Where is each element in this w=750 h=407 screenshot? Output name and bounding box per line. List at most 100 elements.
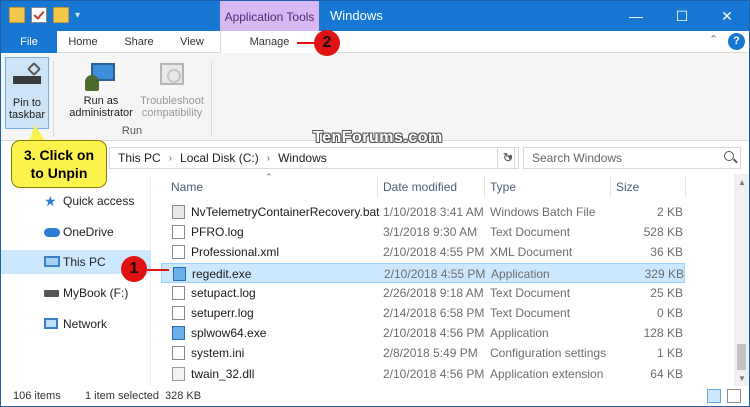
file-name: Professional.xml bbox=[191, 245, 280, 260]
details-view-button[interactable] bbox=[707, 389, 721, 403]
callout-line-1: 3. Click on bbox=[23, 147, 95, 163]
minimize-button[interactable]: — bbox=[613, 1, 659, 31]
file-date: 2/26/2018 9:18 AM bbox=[383, 285, 484, 300]
new-folder-icon[interactable] bbox=[53, 7, 69, 23]
nav-label: Network bbox=[63, 317, 108, 331]
cloud-icon bbox=[44, 228, 60, 237]
search-input[interactable]: Search Windows bbox=[523, 147, 741, 169]
nav-item-quick-access[interactable]: ★ Quick access bbox=[1, 189, 151, 213]
chevron-right-icon[interactable]: › bbox=[267, 153, 270, 164]
file-size: 1 KB bbox=[656, 346, 683, 361]
trouble-label-2: compatibility bbox=[141, 107, 203, 119]
document-file-icon bbox=[172, 306, 185, 320]
file-name: regedit.exe bbox=[192, 266, 252, 281]
file-size: 25 KB bbox=[650, 285, 683, 300]
network-icon bbox=[44, 318, 58, 329]
watermark: TenForums.com bbox=[313, 129, 443, 146]
callout-tail bbox=[29, 125, 45, 141]
vertical-scrollbar[interactable]: ▲ ▼ bbox=[734, 174, 749, 386]
status-bar: 106 items 1 item selected 328 KB bbox=[1, 386, 749, 406]
column-header-type[interactable]: Type bbox=[484, 174, 610, 198]
item-count: 106 items bbox=[13, 390, 61, 402]
properties-icon[interactable] bbox=[31, 7, 47, 23]
callout-line-2: to Unpin bbox=[30, 165, 88, 181]
file-date: 2/14/2018 6:58 PM bbox=[383, 306, 485, 320]
quick-access-toolbar: ▾ bbox=[9, 7, 80, 23]
run-as-admin-icon bbox=[85, 61, 117, 93]
file-name: system.ini bbox=[191, 346, 245, 361]
title-bar: ▾ Application Tools Windows — ☐ ✕ bbox=[1, 1, 749, 31]
ribbon: Pin to taskbar Run as administrator Trou… bbox=[1, 53, 749, 141]
column-divider[interactable] bbox=[685, 176, 686, 198]
close-button[interactable]: ✕ bbox=[704, 1, 750, 31]
tab-view[interactable]: View bbox=[167, 31, 217, 53]
file-size: 64 KB bbox=[650, 366, 683, 381]
file-date: 2/10/2018 4:55 PM bbox=[383, 245, 485, 260]
breadcrumb-this-pc[interactable]: This PC bbox=[118, 151, 161, 165]
maximize-button[interactable]: ☐ bbox=[659, 1, 705, 31]
application-tools-context-tab: Application Tools bbox=[220, 1, 319, 31]
nav-label: MyBook (F:) bbox=[63, 286, 129, 300]
breadcrumb-windows[interactable]: Windows bbox=[278, 151, 327, 165]
admin-label-2: administrator bbox=[69, 107, 133, 119]
ribbon-separator bbox=[211, 61, 212, 137]
file-row[interactable]: PFRO.log 3/1/2018 9:30 AM Text Document 528… bbox=[161, 222, 685, 242]
selection-count: 1 item selected bbox=[85, 390, 159, 402]
file-list: ⌃ Name Date modified Type Size NvTelemet… bbox=[161, 172, 735, 386]
file-size: 0 KB bbox=[656, 306, 683, 320]
column-header-date[interactable]: Date modified bbox=[377, 174, 483, 198]
file-size: 128 KB bbox=[643, 326, 683, 341]
large-icons-view-button[interactable] bbox=[727, 389, 741, 403]
column-header-name[interactable]: Name bbox=[165, 174, 375, 198]
tab-share[interactable]: Share bbox=[111, 31, 167, 53]
breadcrumb-local-disk[interactable]: Local Disk (C:) bbox=[180, 151, 259, 165]
nav-label: This PC bbox=[63, 255, 106, 269]
scroll-up-icon[interactable]: ▲ bbox=[738, 178, 746, 187]
nav-item-onedrive[interactable]: OneDrive bbox=[1, 220, 151, 244]
run-as-administrator-button[interactable]: Run as administrator bbox=[63, 57, 139, 119]
file-date: 2/10/2018 4:56 PM bbox=[383, 366, 485, 381]
pin-label-1: Pin to bbox=[12, 97, 42, 109]
tab-home[interactable]: Home bbox=[57, 31, 109, 53]
column-header-row: ⌃ Name Date modified Type Size bbox=[161, 172, 735, 198]
file-size: 36 KB bbox=[650, 245, 683, 260]
document-file-icon bbox=[172, 346, 185, 361]
file-row[interactable]: regedit.exe 2/10/2018 4:55 PM Application 3… bbox=[161, 262, 685, 283]
annotation-callout: 3. Click on to Unpin bbox=[11, 140, 107, 188]
nav-label: Quick access bbox=[63, 194, 135, 208]
customize-qat-icon[interactable]: ▾ bbox=[75, 10, 80, 21]
collapse-ribbon-icon[interactable]: ⌃ bbox=[709, 33, 718, 46]
scrollbar-thumb[interactable] bbox=[737, 344, 746, 370]
star-icon: ★ bbox=[44, 193, 57, 209]
column-header-size[interactable]: Size bbox=[610, 174, 684, 198]
file-row[interactable]: Professional.xml 2/10/2018 4:55 PM XML Doc… bbox=[161, 242, 685, 262]
nav-item-mybook[interactable]: MyBook (F:) bbox=[1, 281, 151, 305]
search-icon bbox=[724, 151, 734, 161]
chevron-right-icon[interactable]: › bbox=[169, 153, 172, 164]
pin-to-taskbar-icon bbox=[11, 61, 43, 94]
file-date: 2/10/2018 4:56 PM bbox=[383, 326, 485, 341]
file-row[interactable]: setuperr.log 2/14/2018 6:58 PM Text Docume… bbox=[161, 303, 685, 323]
file-date: 2/8/2018 5:49 PM bbox=[383, 346, 478, 361]
file-row[interactable]: system.ini 2/8/2018 5:49 PM Configuration … bbox=[161, 343, 685, 363]
nav-item-network[interactable]: Network bbox=[1, 312, 151, 336]
address-bar[interactable]: This PC › Local Disk (C:) › Windows ▾ bbox=[109, 147, 515, 169]
explorer-window: ▾ Application Tools Windows — ☐ ✕ File H… bbox=[0, 0, 750, 407]
refresh-button[interactable]: ↻ bbox=[497, 147, 519, 169]
nav-label: OneDrive bbox=[63, 225, 114, 239]
file-row[interactable]: setupact.log 2/26/2018 9:18 AM Text Docume… bbox=[161, 283, 685, 303]
file-row[interactable]: NvTelemetryContainerRecovery.bat 1/10/201… bbox=[161, 202, 685, 222]
document-file-icon bbox=[172, 225, 185, 240]
help-icon[interactable]: ? bbox=[728, 33, 745, 50]
file-row[interactable]: splwow64.exe 2/10/2018 4:56 PM Application… bbox=[161, 323, 685, 343]
application-file-icon bbox=[173, 266, 186, 281]
file-name: NvTelemetryContainerRecovery.bat bbox=[191, 205, 380, 219]
file-size: 329 KB bbox=[644, 266, 684, 281]
troubleshoot-compatibility-button[interactable]: Troubleshoot compatibility bbox=[137, 57, 207, 119]
scroll-down-icon[interactable]: ▼ bbox=[738, 374, 746, 383]
tab-file[interactable]: File bbox=[1, 31, 57, 53]
pin-to-taskbar-button[interactable]: Pin to taskbar bbox=[5, 57, 49, 129]
file-row[interactable]: twain_32.dll 2/10/2018 4:56 PM Application… bbox=[161, 364, 685, 384]
annotation-pointer-line bbox=[147, 269, 169, 271]
file-name: setuperr.log bbox=[191, 306, 254, 320]
